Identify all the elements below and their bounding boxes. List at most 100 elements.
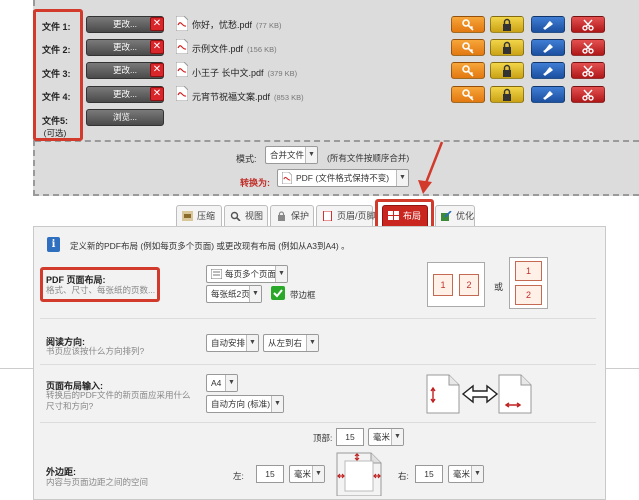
right-margin-input[interactable]: 15: [415, 465, 443, 483]
chevron-down-icon: ▼: [249, 286, 261, 302]
lock-button[interactable]: [490, 16, 524, 33]
left-margin-label: 左:: [233, 471, 244, 481]
file-name[interactable]: 你好，忧愁.pdf (77 KB): [192, 18, 281, 31]
magnifier-icon: [230, 211, 241, 221]
info-text: 定义新的PDF布局 (例如每页多个页面) 或更改现有布局 (例如从A3到A4) …: [70, 241, 350, 251]
left-margin-input[interactable]: 15: [256, 465, 284, 483]
page-icon: [211, 269, 222, 279]
scissors-icon: [582, 89, 594, 101]
chevron-down-icon: ▼: [396, 170, 408, 186]
key-icon: [462, 65, 474, 77]
divider: [0, 368, 33, 369]
password-key-button[interactable]: [451, 62, 485, 79]
chevron-down-icon: ▼: [271, 396, 283, 412]
sign-button[interactable]: [531, 39, 565, 56]
optimize-icon: [441, 211, 452, 221]
browse-button[interactable]: 浏览...: [86, 109, 164, 126]
divider: [606, 368, 639, 369]
tab-compress[interactable]: 压缩: [176, 205, 222, 226]
preview-page-2: 2: [515, 285, 542, 305]
page-size-select[interactable]: A4 ▼: [206, 374, 238, 392]
sign-button[interactable]: [531, 62, 565, 79]
tab-view[interactable]: 视图: [224, 205, 268, 226]
key-icon: [462, 89, 474, 101]
key-icon: [462, 42, 474, 54]
margins-desc: 内容与页面边距之间的空间: [46, 477, 149, 487]
border-checkbox[interactable]: [271, 286, 285, 300]
split-button[interactable]: [571, 62, 605, 79]
lock-button[interactable]: [490, 86, 524, 103]
file-name[interactable]: 元宵节祝福文案.pdf (853 KB): [192, 90, 304, 103]
signature-icon: [543, 44, 553, 53]
reading-desc: 书页应该按什么方向排列?: [46, 346, 145, 356]
orientation-preview-icon: [426, 374, 532, 414]
compress-icon: [182, 211, 193, 221]
or-label: 或: [494, 282, 504, 292]
annotation-arrow-icon: [418, 141, 444, 194]
preview-page-1: 1: [515, 261, 542, 281]
input-desc: 转换后的PDF文件的新页面应采用什么尺寸和方向?: [46, 390, 191, 411]
lock-button[interactable]: [490, 39, 524, 56]
mode-label: 模式:: [236, 154, 257, 164]
password-key-button[interactable]: [451, 86, 485, 103]
split-button[interactable]: [571, 86, 605, 103]
reading-direction-select[interactable]: 从左到右 ▼: [263, 334, 319, 352]
pdf-icon: [282, 172, 292, 184]
mode-select[interactable]: 合并文件 ▼: [265, 146, 318, 164]
preview-page-1: 1: [433, 274, 453, 296]
orientation-select[interactable]: 自动方向 (标准) ▼: [206, 395, 284, 413]
file-name[interactable]: 小王子 长中文.pdf (379 KB): [192, 66, 297, 79]
delete-file-icon[interactable]: ✕: [150, 17, 164, 31]
pdf-file-icon: [176, 86, 188, 101]
chevron-down-icon: ▼: [225, 375, 237, 391]
split-button[interactable]: [571, 39, 605, 56]
lock-icon: [503, 64, 511, 77]
delete-file-icon[interactable]: ✕: [150, 87, 164, 101]
password-key-button[interactable]: [451, 16, 485, 33]
file-name[interactable]: 示例文件.pdf (156 KB): [192, 42, 277, 55]
pages-per-sheet-mode-select[interactable]: 每页多个页面 ▼: [206, 265, 288, 283]
sign-button[interactable]: [531, 16, 565, 33]
scissors-icon: [582, 42, 594, 54]
signature-icon: [543, 91, 553, 100]
info-icon: i: [47, 237, 60, 252]
lock-icon: [278, 211, 285, 221]
password-key-button[interactable]: [451, 39, 485, 56]
border-label: 带边框: [290, 290, 316, 300]
pdf-file-icon: [176, 16, 188, 31]
delete-file-icon[interactable]: ✕: [150, 40, 164, 54]
pdf-file-icon: [176, 39, 188, 54]
chevron-down-icon: ▼: [306, 335, 318, 351]
preview-page-2: 2: [459, 274, 479, 296]
chevron-down-icon: ▼: [246, 335, 258, 351]
chevron-down-icon: ▼: [275, 266, 287, 282]
top-margin-label: 顶部:: [313, 433, 333, 443]
left-margin-unit-select[interactable]: 毫米 ▼: [289, 465, 325, 483]
top-margin-unit-select[interactable]: 毫米 ▼: [368, 428, 404, 446]
top-margin-input[interactable]: 15: [336, 428, 364, 446]
checkmark-icon: [273, 289, 283, 298]
file-labels-highlight: [33, 9, 83, 141]
delete-file-icon[interactable]: ✕: [150, 63, 164, 77]
sign-button[interactable]: [531, 86, 565, 103]
tab-optimize[interactable]: 优化: [435, 205, 475, 226]
mode-hint: (所有文件按顺序合并): [327, 153, 410, 163]
tab-header-footer[interactable]: 页眉/页脚: [316, 205, 376, 226]
margin-preview-icon: [336, 452, 382, 496]
scissors-icon: [582, 19, 594, 31]
pages-per-sheet-select[interactable]: 每张纸2页 ▼: [206, 285, 262, 303]
lock-icon: [503, 41, 511, 54]
tab-protect[interactable]: 保护: [270, 205, 314, 226]
right-margin-unit-select[interactable]: 毫米 ▼: [448, 465, 484, 483]
chevron-down-icon: ▼: [312, 466, 324, 482]
signature-icon: [543, 21, 553, 30]
reading-arrange-select[interactable]: 自动安排 ▼: [206, 334, 259, 352]
lock-button[interactable]: [490, 62, 524, 79]
conversion-options: [35, 140, 639, 196]
lock-icon: [503, 18, 511, 31]
split-button[interactable]: [571, 16, 605, 33]
convert-format-select[interactable]: PDF (文件格式保持不变) ▼: [277, 169, 409, 187]
layout-title-highlight: [40, 267, 160, 302]
scissors-icon: [582, 65, 594, 77]
page-icon: [323, 211, 332, 221]
